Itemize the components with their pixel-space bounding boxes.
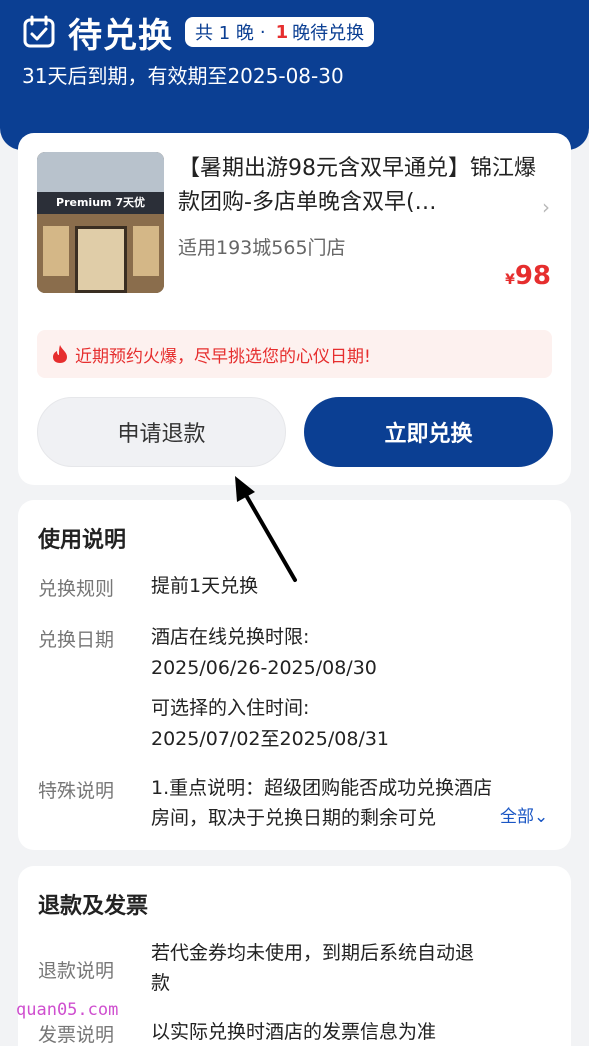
expiry-text: 31天后到期，有效期至2025-08-30 (22, 64, 344, 88)
calendar-check-icon (23, 15, 55, 48)
invoice-value: 以实际兑换时酒店的发票信息为准 (151, 1021, 437, 1043)
page-title: 待兑换 (68, 15, 173, 56)
price-value: 98 (514, 261, 551, 291)
refund-button[interactable]: 申请退款 (37, 397, 286, 467)
nights-badge: 共 1 晚 · 1 晚待兑换 (185, 17, 375, 47)
special-label: 特殊说明 (38, 780, 115, 802)
expand-all-link[interactable]: 全部⌄ (496, 802, 549, 827)
header-banner: 待兑换 共 1 晚 · 1 晚待兑换 31天后到期，有效期至2025-08-30 (0, 0, 589, 150)
fire-icon (53, 345, 67, 363)
date-line: 酒店在线兑换时限: (151, 626, 310, 648)
nights-total: 共 1 晚 (195, 23, 254, 44)
date-line: 2025/06/26-2025/08/30 (151, 657, 377, 679)
refund-line: 款 (151, 972, 171, 994)
date-line: 可选择的入住时间: (151, 697, 310, 719)
special-line: 1.重点说明：超级团购能否成功兑换酒店 (151, 777, 493, 799)
redeem-button[interactable]: 立即兑换 (304, 397, 553, 467)
invoice-label: 发票说明 (38, 1024, 115, 1046)
special-line: 房间，取决于兑换日期的剩余可兑 (151, 807, 437, 829)
nights-pending-label: 晚待兑换 (292, 23, 365, 44)
title-row: 待兑换 共 1 晚 · 1 晚待兑换 (22, 10, 375, 56)
price: ¥98 (505, 261, 551, 291)
date-line: 2025/07/02至2025/08/31 (151, 728, 390, 750)
hotel-sign-text: Premium 7天优 (37, 192, 164, 214)
store-count: 适用193城565门店 (178, 237, 346, 259)
pointer-arrow-icon (235, 476, 297, 582)
rule-label: 兑换规则 (38, 578, 115, 600)
watermark: quan05.com (16, 1000, 119, 1020)
chevron-right-icon[interactable]: › (542, 195, 550, 219)
hotel-image[interactable]: Premium 7天优 (37, 152, 164, 293)
refund-line: 若代金券均未使用，到期后系统自动退 (151, 942, 475, 964)
nights-separator: · (259, 21, 266, 43)
tip-text: 近期预约火爆，尽早挑选您的心仪日期! (75, 346, 371, 367)
nights-pending-count: 1 (275, 21, 289, 43)
deal-title[interactable]: 【暑期出游98元含双早通兑】锦江爆款团购-多店单晚含双早(… (178, 152, 538, 220)
usage-title: 使用说明 (38, 528, 127, 553)
deal-card: Premium 7天优 【暑期出游98元含双早通兑】锦江爆款团购-多店单晚含双早… (18, 133, 571, 485)
refund-invoice-title: 退款及发票 (38, 894, 149, 919)
currency-symbol: ¥ (505, 272, 515, 288)
refund-label: 退款说明 (38, 960, 115, 982)
booking-tip: 近期预约火爆，尽早挑选您的心仪日期! (37, 330, 552, 378)
date-label: 兑换日期 (38, 629, 115, 651)
